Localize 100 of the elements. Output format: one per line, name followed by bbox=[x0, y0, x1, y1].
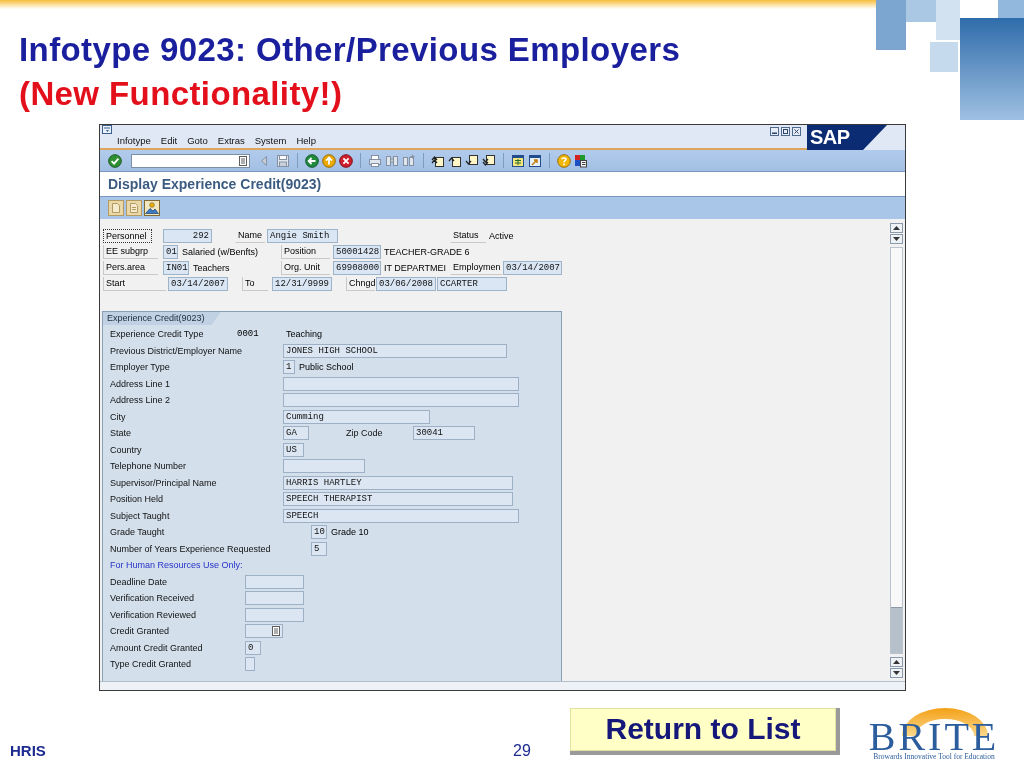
down-page-icon[interactable] bbox=[465, 153, 479, 168]
field-label: Amount Credit Granted bbox=[110, 642, 204, 653]
input-field[interactable] bbox=[283, 459, 365, 474]
scroll-up-button[interactable] bbox=[890, 223, 903, 233]
input-field[interactable] bbox=[283, 376, 519, 391]
input-field[interactable] bbox=[245, 657, 255, 672]
input-field[interactable]: SPEECH bbox=[283, 508, 519, 523]
field-label: Verification Reviewed bbox=[110, 609, 198, 620]
input-field[interactable]: US bbox=[283, 442, 304, 457]
binoculars-icon[interactable] bbox=[385, 153, 399, 168]
field-label: To bbox=[242, 277, 268, 291]
logo-text: BRITE bbox=[868, 722, 1000, 752]
up-arrow-icon[interactable] bbox=[322, 153, 336, 168]
binoculars-plus-icon[interactable] bbox=[402, 153, 416, 168]
field-label: Address Line 2 bbox=[110, 395, 172, 406]
input-field[interactable]: SPEECH THERAPIST bbox=[283, 492, 513, 507]
input-field[interactable] bbox=[245, 591, 304, 606]
input-field[interactable]: 10 bbox=[311, 525, 327, 540]
menu-item[interactable]: Help bbox=[296, 135, 316, 147]
maximize-icon[interactable] bbox=[781, 127, 790, 136]
input-field[interactable]: 12/31/9999 bbox=[272, 277, 332, 291]
field-label: Country bbox=[110, 444, 143, 455]
input-field[interactable]: 1 bbox=[283, 360, 295, 375]
field-label: EE subgrp bbox=[103, 245, 158, 259]
input-field[interactable]: 03/14/2007 bbox=[168, 277, 228, 291]
down-triangle-icon bbox=[893, 237, 900, 241]
double-up-page-icon[interactable] bbox=[431, 153, 445, 168]
value-text: TEACHER-GRADE 6 bbox=[384, 247, 470, 257]
slide-subtitle: (New Functionality!) bbox=[19, 74, 344, 114]
input-field[interactable]: HARRIS HARTLEY bbox=[283, 475, 513, 490]
field-label: Credit Granted bbox=[110, 626, 171, 637]
x-circle-icon[interactable] bbox=[339, 153, 353, 168]
down-triangle-icon bbox=[893, 671, 900, 675]
input-field[interactable]: 03/06/2008 bbox=[376, 277, 436, 291]
screen-title: Display Experience Credit(9023) bbox=[100, 172, 905, 197]
code-text: 0001 bbox=[237, 329, 260, 340]
scroll-down-button[interactable] bbox=[890, 668, 903, 678]
menu-item[interactable]: Edit bbox=[160, 135, 178, 147]
command-field[interactable] bbox=[131, 153, 250, 168]
value-text: Teachers bbox=[193, 263, 231, 273]
input-field[interactable]: 03/14/2007 bbox=[503, 261, 562, 275]
input-field[interactable] bbox=[283, 393, 519, 408]
value-text: Salaried (w/Benfts) bbox=[182, 247, 260, 257]
menu-item[interactable]: Infotype bbox=[117, 135, 151, 147]
minimize-icon[interactable] bbox=[770, 127, 779, 136]
slide-title: Infotype 9023: Other/Previous Employers bbox=[19, 30, 682, 70]
scroll-down-button[interactable] bbox=[890, 234, 903, 244]
value-text: Grade 10 bbox=[331, 527, 369, 538]
field-label: Personnel bbox=[103, 229, 152, 243]
input-field[interactable]: CCARTER bbox=[437, 277, 507, 291]
field-label: Position Held bbox=[110, 494, 165, 505]
up-triangle-icon bbox=[893, 660, 900, 664]
menu-item[interactable]: Extras bbox=[217, 135, 245, 147]
checkmark-icon[interactable] bbox=[108, 153, 122, 168]
field-label: Name bbox=[235, 229, 265, 243]
input-field[interactable]: 5 bbox=[311, 541, 327, 556]
input-field[interactable]: 69908000 bbox=[333, 261, 381, 275]
list-icon[interactable] bbox=[239, 155, 247, 166]
input-field[interactable] bbox=[245, 607, 304, 622]
field-label: Position bbox=[281, 245, 330, 259]
input-field[interactable]: Cumming bbox=[283, 409, 430, 424]
value-text: Active bbox=[489, 231, 514, 241]
input-field[interactable]: 0 bbox=[245, 640, 261, 655]
list-icon[interactable] bbox=[272, 626, 280, 637]
field-label: Employmen bbox=[450, 261, 502, 275]
input-field[interactable]: 01 bbox=[163, 245, 178, 259]
field-label: Previous District/Employer Name bbox=[110, 345, 244, 356]
section-note: For Human Resources Use Only: bbox=[110, 560, 243, 571]
close-icon[interactable] bbox=[792, 127, 801, 136]
input-field[interactable]: JONES HIGH SCHOOL bbox=[283, 343, 507, 358]
window-grid-icon[interactable] bbox=[511, 153, 525, 168]
value-text: Public School bbox=[299, 362, 354, 373]
input-field[interactable]: 30041 bbox=[413, 426, 475, 441]
left-arrow-icon[interactable] bbox=[305, 153, 319, 168]
return-button[interactable]: Return to List bbox=[570, 708, 840, 755]
input-field[interactable]: GA bbox=[283, 426, 309, 441]
field-label: Status bbox=[450, 229, 486, 243]
double-down-page-icon[interactable] bbox=[482, 153, 496, 168]
menu-item[interactable]: Goto bbox=[187, 135, 208, 147]
input-field[interactable]: IN01 bbox=[163, 261, 189, 275]
scrollbar-track[interactable] bbox=[890, 247, 903, 654]
printer-icon[interactable] bbox=[368, 153, 382, 168]
up-triangle-icon bbox=[893, 226, 900, 230]
color-blocks-icon[interactable] bbox=[574, 153, 588, 168]
window-menu-icon[interactable] bbox=[102, 125, 112, 134]
value-text: IT DEPARTMEI bbox=[384, 263, 447, 273]
scrollbar-thumb[interactable] bbox=[891, 607, 902, 653]
field-label: City bbox=[110, 411, 127, 422]
picture-icon[interactable] bbox=[144, 200, 160, 216]
field-label: Zip Code bbox=[346, 428, 384, 439]
field-label: Chngd bbox=[346, 277, 375, 291]
input-field[interactable]: 292 bbox=[163, 229, 212, 243]
input-field[interactable] bbox=[245, 574, 304, 589]
input-field[interactable]: 50001428 bbox=[333, 245, 381, 259]
input-field[interactable]: Angie Smith bbox=[267, 229, 338, 243]
field-label: Number of Years Experience Requested bbox=[110, 543, 272, 554]
dropdown-field[interactable] bbox=[245, 624, 283, 639]
scroll-up-button[interactable] bbox=[890, 657, 903, 667]
horizontal-scrollbar[interactable] bbox=[100, 681, 905, 690]
menu-item[interactable]: System bbox=[254, 135, 287, 147]
